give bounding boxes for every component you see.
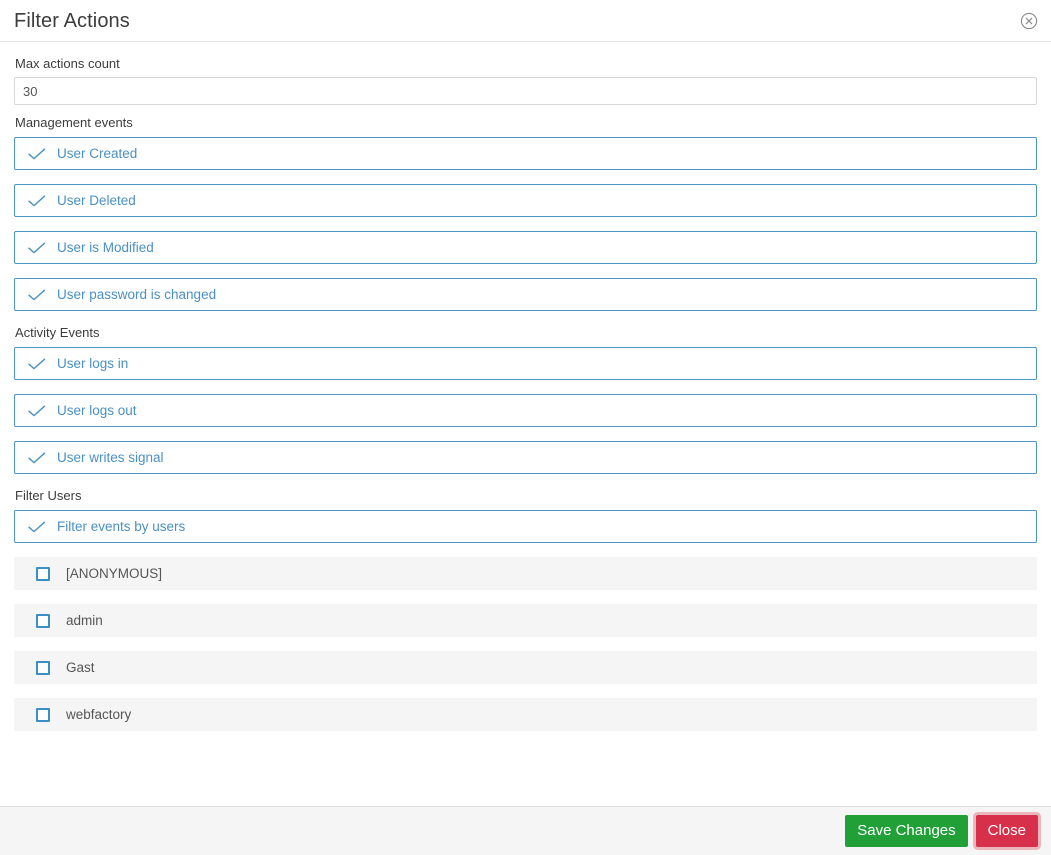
check-icon <box>27 240 49 256</box>
check-icon <box>27 356 49 372</box>
activity-events-label: Activity Events <box>15 325 100 340</box>
max-actions-count-label: Max actions count <box>15 56 120 71</box>
toggle-user-is-modified[interactable]: User is Modified <box>14 231 1037 264</box>
user-row-webfactory[interactable]: webfactory <box>14 698 1037 731</box>
toggle-user-deleted[interactable]: User Deleted <box>14 184 1037 217</box>
checkbox-empty-icon <box>36 707 50 722</box>
checkbox-empty-icon <box>36 566 50 581</box>
filter-actions-modal: Filter Actions Max actions count Managem… <box>0 0 1051 855</box>
user-row-label: webfactory <box>66 706 132 722</box>
check-icon <box>27 403 49 419</box>
modal-body: Max actions count Management events User… <box>0 42 1051 806</box>
toggle-label: User logs out <box>57 402 137 418</box>
check-icon <box>27 287 49 303</box>
toggle-user-created[interactable]: User Created <box>14 137 1037 170</box>
toggle-user-logs-in[interactable]: User logs in <box>14 347 1037 380</box>
toggle-label: User Deleted <box>57 192 136 208</box>
toggle-label: Filter events by users <box>57 518 186 534</box>
max-actions-count-input[interactable] <box>14 77 1037 105</box>
toggle-label: User Created <box>57 145 138 161</box>
user-row-admin[interactable]: admin <box>14 604 1037 637</box>
user-row-label: Gast <box>66 659 95 675</box>
toggle-user-writes-signal[interactable]: User writes signal <box>14 441 1037 474</box>
user-row-anonymous[interactable]: [ANONYMOUS] <box>14 557 1037 590</box>
page-title: Filter Actions <box>14 9 130 32</box>
checkbox-empty-icon <box>36 660 50 675</box>
toggle-filter-events-by-users[interactable]: Filter events by users <box>14 510 1037 543</box>
check-icon <box>27 146 49 162</box>
check-icon <box>27 193 49 209</box>
filter-users-label: Filter Users <box>15 488 82 503</box>
modal-header: Filter Actions <box>0 0 1051 42</box>
check-icon <box>27 519 49 535</box>
checkbox-empty-icon <box>36 613 50 628</box>
toggle-label: User is Modified <box>57 239 154 255</box>
toggle-user-password-is-changed[interactable]: User password is changed <box>14 278 1037 311</box>
user-row-label: [ANONYMOUS] <box>66 565 163 581</box>
modal-footer: Save Changes Close <box>0 806 1051 855</box>
toggle-user-logs-out[interactable]: User logs out <box>14 394 1037 427</box>
toggle-label: User logs in <box>57 355 129 371</box>
toggle-label: User writes signal <box>57 449 164 465</box>
management-events-label: Management events <box>15 115 133 130</box>
close-button[interactable]: Close <box>975 815 1038 847</box>
user-row-gast[interactable]: Gast <box>14 651 1037 684</box>
save-changes-button[interactable]: Save Changes <box>845 815 968 847</box>
check-icon <box>27 450 49 466</box>
close-circle-icon-svg <box>1020 12 1038 29</box>
close-circle-icon[interactable] <box>1020 12 1038 30</box>
user-row-label: admin <box>66 612 103 628</box>
toggle-label: User password is changed <box>57 286 217 302</box>
